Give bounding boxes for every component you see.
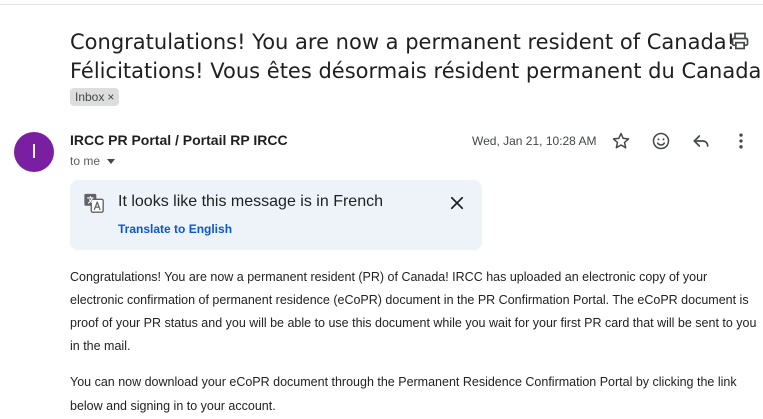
chevron-down-icon [107, 158, 116, 164]
sender-name[interactable]: IRCC PR Portal / Portail RP IRCC [70, 132, 288, 148]
inbox-label-chip: Inbox × [70, 88, 120, 106]
avatar: I [14, 132, 54, 172]
subject-french: Félicitations! Vous êtes désormais résid… [70, 59, 763, 83]
recipient-details-toggle[interactable]: to me [70, 154, 116, 168]
translate-icon [84, 193, 104, 213]
translate-banner: It looks like this message is in French … [70, 180, 482, 250]
label-text: Inbox [75, 90, 105, 104]
translate-to-english-link[interactable]: Translate to English [118, 222, 232, 236]
star-icon[interactable] [611, 131, 631, 151]
recipient-line: to me [70, 154, 101, 168]
print-icon[interactable] [730, 31, 750, 51]
close-icon[interactable] [448, 194, 466, 212]
remove-label-button[interactable]: × [107, 88, 114, 106]
subject-english: Congratulations! You are now a permanent… [70, 30, 736, 54]
top-divider [0, 4, 763, 5]
email-body: Congratulations! You are now a permanent… [70, 266, 760, 418]
body-paragraph: Congratulations! You are now a permanent… [70, 270, 757, 353]
more-icon[interactable] [731, 131, 751, 151]
emoji-icon[interactable] [651, 131, 671, 151]
email-subject: Congratulations! You are now a permanent… [70, 28, 763, 86]
email-date: Wed, Jan 21, 10:28 AM [472, 134, 597, 148]
body-paragraph: You can now download your eCoPR document… [70, 375, 737, 413]
translate-message: It looks like this message is in French [118, 193, 383, 210]
reply-icon[interactable] [691, 131, 711, 151]
